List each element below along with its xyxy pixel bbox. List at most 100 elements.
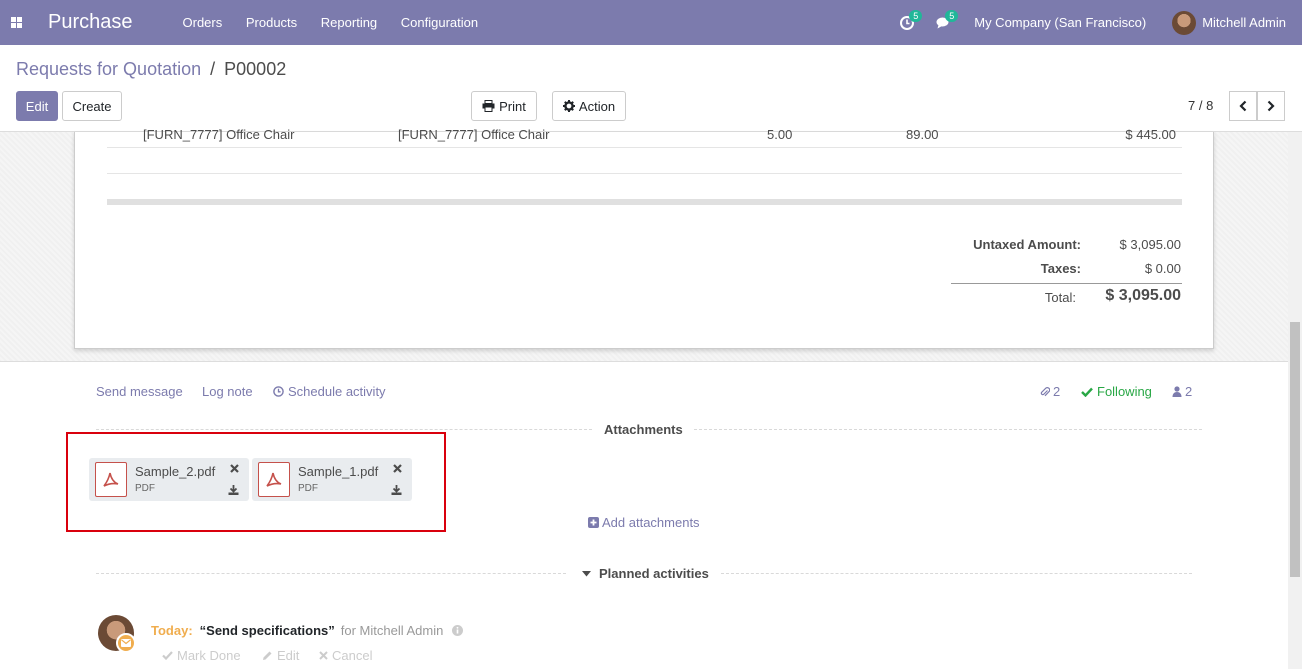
add-attachments-label: Add attachments: [602, 515, 700, 530]
untaxed-value: $ 3,095.00: [1119, 237, 1181, 252]
create-button[interactable]: Create: [62, 91, 122, 121]
follower-count: 2: [1185, 384, 1193, 399]
print-icon: [482, 100, 495, 112]
apps-menu-icon[interactable]: [0, 0, 32, 45]
taxes-value: $ 0.00: [1144, 261, 1181, 276]
log-note-button[interactable]: Log note: [202, 384, 253, 399]
attachments-divider-right: [694, 429, 1202, 430]
send-message-button[interactable]: Send message: [96, 384, 183, 399]
table-footer-bar: [107, 199, 1182, 205]
print-button[interactable]: Print: [471, 91, 537, 121]
attachment-type: PDF: [135, 483, 155, 494]
user-avatar: [1172, 10, 1197, 35]
download-icon[interactable]: [228, 483, 239, 498]
pager-value[interactable]: 7 / 8: [1188, 98, 1213, 113]
cancel-activity-label: Cancel: [332, 648, 373, 663]
chevron-left-icon: [1239, 100, 1247, 112]
planned-divider-left: [96, 573, 566, 574]
activity-line: Today: “Send specifications” for Mitchel…: [151, 623, 464, 638]
line-subtotal: $ 445.00: [1125, 127, 1176, 142]
menu-products[interactable]: Products: [246, 15, 297, 30]
gear-icon: [562, 100, 575, 112]
delete-attachment-icon[interactable]: [230, 462, 239, 476]
following-button[interactable]: Following: [1081, 384, 1152, 399]
activity-menu[interactable]: 5: [900, 9, 923, 30]
paperclip-icon: [1040, 386, 1050, 396]
mark-done-button[interactable]: Mark Done: [162, 648, 241, 663]
clock-icon: [273, 386, 284, 397]
print-label: Print: [499, 98, 526, 114]
attachment-card[interactable]: Sample_2.pdf PDF: [89, 458, 249, 501]
activity-when: Today:: [151, 623, 193, 638]
activity-summary: “Send specifications”: [199, 623, 335, 638]
caret-down-icon: [582, 570, 591, 576]
email-activity-icon: [116, 633, 136, 653]
edit-activity-label: Edit: [277, 648, 300, 663]
followers-button[interactable]: 2: [1172, 384, 1192, 399]
planned-activities-title: Planned activities: [599, 566, 709, 581]
totals-divider: [951, 283, 1182, 284]
schedule-activity-label: Schedule activity: [288, 384, 386, 399]
check-icon: [162, 651, 173, 660]
line-product: [FURN_7777] Office Chair: [143, 127, 295, 142]
company-switcher[interactable]: My Company (San Francisco): [974, 15, 1146, 30]
pdf-icon: [258, 462, 290, 497]
add-attachments-button[interactable]: Add attachments: [588, 515, 700, 530]
menu-reporting[interactable]: Reporting: [321, 15, 377, 30]
line-quantity: 5.00: [767, 127, 793, 142]
pager-previous-button[interactable]: [1229, 91, 1257, 121]
schedule-activity-button[interactable]: Schedule activity: [273, 384, 386, 399]
user-menu[interactable]: Mitchell Admin: [1172, 10, 1286, 35]
attachment-name: Sample_2.pdf: [135, 464, 216, 479]
pager-next-button[interactable]: [1257, 91, 1285, 121]
app-name[interactable]: Purchase: [48, 11, 133, 34]
line-unit-price: 89.00: [906, 127, 939, 142]
activity-count-badge: 5: [909, 9, 923, 22]
scrollbar[interactable]: [1288, 132, 1302, 669]
activity-assignee: for Mitchell Admin: [340, 623, 444, 638]
download-icon[interactable]: [391, 483, 402, 498]
user-name: Mitchell Admin: [1202, 15, 1286, 30]
form-sheet: [FURN_7777] Office Chair [FURN_7777] Off…: [74, 127, 1214, 349]
total-label: Total:: [1044, 290, 1076, 305]
empty-line-row: [107, 148, 1182, 174]
user-icon: [1172, 386, 1182, 397]
edit-activity-button[interactable]: Edit: [262, 648, 299, 663]
breadcrumb-separator: /: [210, 59, 216, 79]
edit-button[interactable]: Edit: [16, 91, 58, 121]
navbar-systray: 5 5 My Company (San Francisco) Mitchell …: [900, 0, 1302, 45]
empty-line-row: [107, 174, 1182, 200]
cancel-activity-button[interactable]: Cancel: [319, 648, 372, 663]
info-circle-icon[interactable]: [452, 625, 464, 636]
pencil-icon: [263, 651, 272, 660]
mark-done-label: Mark Done: [177, 648, 241, 663]
attachments-divider-left: [96, 429, 592, 430]
attachment-count-button[interactable]: 2: [1040, 384, 1060, 399]
check-icon: [1081, 387, 1093, 397]
main-menu: Orders Products Reporting Configuration: [173, 15, 489, 30]
close-icon: [319, 651, 328, 660]
attachment-card[interactable]: Sample_1.pdf PDF: [252, 458, 412, 501]
menu-configuration[interactable]: Configuration: [401, 15, 478, 30]
attachment-name: Sample_1.pdf: [298, 464, 379, 479]
order-line-row[interactable]: [FURN_7777] Office Chair [FURN_7777] Off…: [107, 127, 1182, 148]
scrollbar-thumb[interactable]: [1290, 322, 1300, 577]
plus-square-icon: [588, 517, 599, 528]
control-panel: Requests for Quotation / P00002 Edit Cre…: [0, 45, 1302, 132]
menu-orders[interactable]: Orders: [183, 15, 223, 30]
attachment-count: 2: [1053, 384, 1061, 399]
top-navbar: Purchase Orders Products Reporting Confi…: [0, 0, 1302, 45]
breadcrumb-current: P00002: [224, 59, 287, 79]
pdf-icon: [95, 462, 127, 497]
line-description: [FURN_7777] Office Chair: [398, 127, 550, 142]
taxes-label: Taxes:: [1040, 261, 1081, 276]
messaging-menu[interactable]: 5: [936, 9, 959, 30]
untaxed-label: Untaxed Amount:: [973, 237, 1081, 252]
action-label: Action: [578, 98, 616, 114]
breadcrumb-rfq-link[interactable]: Requests for Quotation: [16, 59, 201, 79]
delete-attachment-icon[interactable]: [393, 462, 402, 476]
planned-divider-right: [721, 573, 1192, 574]
planned-activities-toggle[interactable]: Planned activities: [582, 566, 709, 581]
attachments-title: Attachments: [604, 422, 683, 437]
action-button[interactable]: Action: [552, 91, 626, 121]
